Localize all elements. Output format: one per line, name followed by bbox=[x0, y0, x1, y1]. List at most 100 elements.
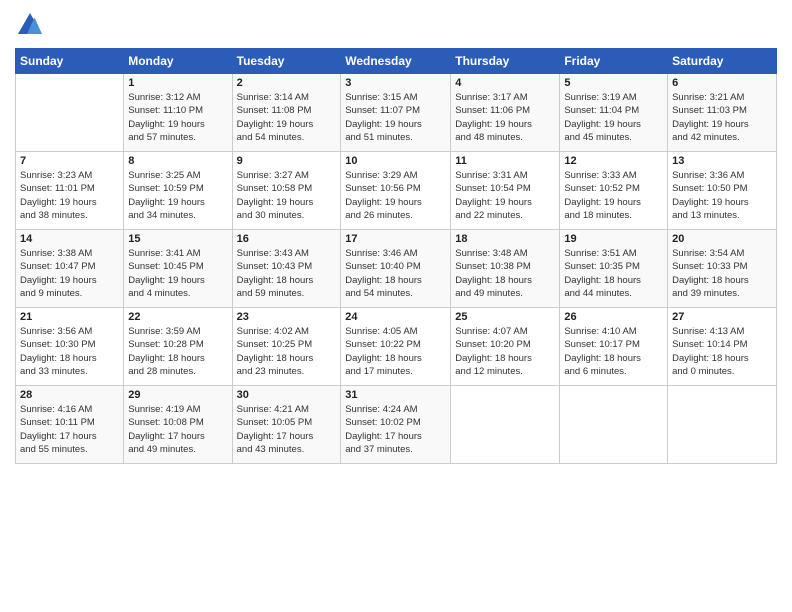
day-info: Sunrise: 3:29 AMSunset: 10:56 PMDaylight… bbox=[345, 169, 446, 222]
calendar-cell: 21Sunrise: 3:56 AMSunset: 10:30 PMDaylig… bbox=[16, 308, 124, 386]
day-number: 13 bbox=[672, 155, 772, 167]
day-info: Sunrise: 4:10 AMSunset: 10:17 PMDaylight… bbox=[564, 325, 663, 378]
day-info: Sunrise: 3:41 AMSunset: 10:45 PMDaylight… bbox=[128, 247, 227, 300]
day-number: 17 bbox=[345, 233, 446, 245]
calendar-cell bbox=[560, 386, 668, 464]
day-info: Sunrise: 3:38 AMSunset: 10:47 PMDaylight… bbox=[20, 247, 119, 300]
day-info: Sunrise: 3:25 AMSunset: 10:59 PMDaylight… bbox=[128, 169, 227, 222]
calendar-cell: 27Sunrise: 4:13 AMSunset: 10:14 PMDaylig… bbox=[668, 308, 777, 386]
day-info: Sunrise: 3:21 AMSunset: 11:03 PMDaylight… bbox=[672, 91, 772, 144]
day-number: 5 bbox=[564, 77, 663, 89]
day-number: 28 bbox=[20, 389, 119, 401]
day-number: 25 bbox=[455, 311, 555, 323]
calendar-cell: 30Sunrise: 4:21 AMSunset: 10:05 PMDaylig… bbox=[232, 386, 341, 464]
calendar-cell: 19 Sunrise: 3:51 AMSunset: 10:35 PMDaylig… bbox=[560, 230, 668, 308]
day-number: 31 bbox=[345, 389, 446, 401]
day-info: Sunrise: 4:02 AMSunset: 10:25 PMDaylight… bbox=[237, 325, 337, 378]
day-number: 26 bbox=[564, 311, 663, 323]
calendar-cell: 14 Sunrise: 3:38 AMSunset: 10:47 PMDaylig… bbox=[16, 230, 124, 308]
calendar-week-row: 28 Sunrise: 4:16 AMSunset: 10:11 PMDaylig… bbox=[16, 386, 777, 464]
header bbox=[15, 10, 777, 40]
calendar-cell: 13 Sunrise: 3:36 AMSunset: 10:50 PMDaylig… bbox=[668, 152, 777, 230]
day-info: Sunrise: 3:31 AMSunset: 10:54 PMDaylight… bbox=[455, 169, 555, 222]
day-info: Sunrise: 3:15 AMSunset: 11:07 PMDaylight… bbox=[345, 91, 446, 144]
day-number: 8 bbox=[128, 155, 227, 167]
day-number: 24 bbox=[345, 311, 446, 323]
day-info: Sunrise: 4:19 AMSunset: 10:08 PMDaylight… bbox=[128, 403, 227, 456]
day-info: Sunrise: 4:13 AMSunset: 10:14 PMDaylight… bbox=[672, 325, 772, 378]
header-row: SundayMondayTuesdayWednesdayThursdayFrid… bbox=[16, 49, 777, 74]
weekday-header: Friday bbox=[560, 49, 668, 74]
day-number: 3 bbox=[345, 77, 446, 89]
day-number: 23 bbox=[237, 311, 337, 323]
calendar-cell bbox=[16, 74, 124, 152]
day-number: 14 bbox=[20, 233, 119, 245]
calendar-cell: 12 Sunrise: 3:33 AMSunset: 10:52 PMDaylig… bbox=[560, 152, 668, 230]
calendar-cell: 6 Sunrise: 3:21 AMSunset: 11:03 PMDayligh… bbox=[668, 74, 777, 152]
calendar-cell: 28 Sunrise: 4:16 AMSunset: 10:11 PMDaylig… bbox=[16, 386, 124, 464]
day-info: Sunrise: 4:07 AMSunset: 10:20 PMDaylight… bbox=[455, 325, 555, 378]
day-info: Sunrise: 3:27 AMSunset: 10:58 PMDaylight… bbox=[237, 169, 337, 222]
calendar-cell: 26 Sunrise: 4:10 AMSunset: 10:17 PMDaylig… bbox=[560, 308, 668, 386]
calendar-cell: 23 Sunrise: 4:02 AMSunset: 10:25 PMDaylig… bbox=[232, 308, 341, 386]
day-number: 18 bbox=[455, 233, 555, 245]
logo-icon bbox=[15, 10, 45, 40]
calendar-cell: 24 Sunrise: 4:05 AMSunset: 10:22 PMDaylig… bbox=[341, 308, 451, 386]
day-number: 11 bbox=[455, 155, 555, 167]
day-info: Sunrise: 3:48 AMSunset: 10:38 PMDaylight… bbox=[455, 247, 555, 300]
calendar-cell: 2Sunrise: 3:14 AMSunset: 11:08 PMDayligh… bbox=[232, 74, 341, 152]
weekday-header: Wednesday bbox=[341, 49, 451, 74]
weekday-header: Thursday bbox=[451, 49, 560, 74]
calendar-cell: 18 Sunrise: 3:48 AMSunset: 10:38 PMDaylig… bbox=[451, 230, 560, 308]
day-info: Sunrise: 3:17 AMSunset: 11:06 PMDaylight… bbox=[455, 91, 555, 144]
day-info: Sunrise: 3:33 AMSunset: 10:52 PMDaylight… bbox=[564, 169, 663, 222]
day-number: 19 bbox=[564, 233, 663, 245]
calendar-cell: 20Sunrise: 3:54 AMSunset: 10:33 PMDaylig… bbox=[668, 230, 777, 308]
day-number: 10 bbox=[345, 155, 446, 167]
day-number: 4 bbox=[455, 77, 555, 89]
calendar-cell: 31 Sunrise: 4:24 AMSunset: 10:02 PMDaylig… bbox=[341, 386, 451, 464]
day-number: 6 bbox=[672, 77, 772, 89]
calendar-cell: 4 Sunrise: 3:17 AMSunset: 11:06 PMDayligh… bbox=[451, 74, 560, 152]
day-info: Sunrise: 3:23 AMSunset: 11:01 PMDaylight… bbox=[20, 169, 119, 222]
calendar-week-row: 7 Sunrise: 3:23 AMSunset: 11:01 PMDayligh… bbox=[16, 152, 777, 230]
day-info: Sunrise: 4:24 AMSunset: 10:02 PMDaylight… bbox=[345, 403, 446, 456]
day-info: Sunrise: 3:59 AMSunset: 10:28 PMDaylight… bbox=[128, 325, 227, 378]
day-info: Sunrise: 4:05 AMSunset: 10:22 PMDaylight… bbox=[345, 325, 446, 378]
weekday-header: Tuesday bbox=[232, 49, 341, 74]
page-container: SundayMondayTuesdayWednesdayThursdayFrid… bbox=[0, 0, 792, 474]
calendar-cell: 25 Sunrise: 4:07 AMSunset: 10:20 PMDaylig… bbox=[451, 308, 560, 386]
day-number: 16 bbox=[237, 233, 337, 245]
calendar-cell: 1 Sunrise: 3:12 AMSunset: 11:10 PMDayligh… bbox=[124, 74, 232, 152]
calendar-cell: 5 Sunrise: 3:19 AMSunset: 11:04 PMDayligh… bbox=[560, 74, 668, 152]
day-number: 15 bbox=[128, 233, 227, 245]
calendar-cell: 11 Sunrise: 3:31 AMSunset: 10:54 PMDaylig… bbox=[451, 152, 560, 230]
calendar-cell: 17Sunrise: 3:46 AMSunset: 10:40 PMDaylig… bbox=[341, 230, 451, 308]
day-info: Sunrise: 4:16 AMSunset: 10:11 PMDaylight… bbox=[20, 403, 119, 456]
calendar-cell bbox=[451, 386, 560, 464]
calendar-table: SundayMondayTuesdayWednesdayThursdayFrid… bbox=[15, 48, 777, 464]
weekday-header: Saturday bbox=[668, 49, 777, 74]
calendar-cell: 9Sunrise: 3:27 AMSunset: 10:58 PMDayligh… bbox=[232, 152, 341, 230]
day-info: Sunrise: 3:36 AMSunset: 10:50 PMDaylight… bbox=[672, 169, 772, 222]
day-number: 29 bbox=[128, 389, 227, 401]
day-number: 7 bbox=[20, 155, 119, 167]
day-info: Sunrise: 3:51 AMSunset: 10:35 PMDaylight… bbox=[564, 247, 663, 300]
day-info: Sunrise: 3:43 AMSunset: 10:43 PMDaylight… bbox=[237, 247, 337, 300]
calendar-week-row: 1 Sunrise: 3:12 AMSunset: 11:10 PMDayligh… bbox=[16, 74, 777, 152]
calendar-cell: 22Sunrise: 3:59 AMSunset: 10:28 PMDaylig… bbox=[124, 308, 232, 386]
day-number: 1 bbox=[128, 77, 227, 89]
weekday-header: Sunday bbox=[16, 49, 124, 74]
day-info: Sunrise: 3:19 AMSunset: 11:04 PMDaylight… bbox=[564, 91, 663, 144]
day-number: 20 bbox=[672, 233, 772, 245]
weekday-header: Monday bbox=[124, 49, 232, 74]
calendar-cell bbox=[668, 386, 777, 464]
calendar-week-row: 14 Sunrise: 3:38 AMSunset: 10:47 PMDaylig… bbox=[16, 230, 777, 308]
day-info: Sunrise: 3:56 AMSunset: 10:30 PMDaylight… bbox=[20, 325, 119, 378]
day-info: Sunrise: 3:12 AMSunset: 11:10 PMDaylight… bbox=[128, 91, 227, 144]
calendar-cell: 29 Sunrise: 4:19 AMSunset: 10:08 PMDaylig… bbox=[124, 386, 232, 464]
calendar-cell: 10 Sunrise: 3:29 AMSunset: 10:56 PMDaylig… bbox=[341, 152, 451, 230]
logo bbox=[15, 10, 49, 40]
day-number: 12 bbox=[564, 155, 663, 167]
day-number: 30 bbox=[237, 389, 337, 401]
